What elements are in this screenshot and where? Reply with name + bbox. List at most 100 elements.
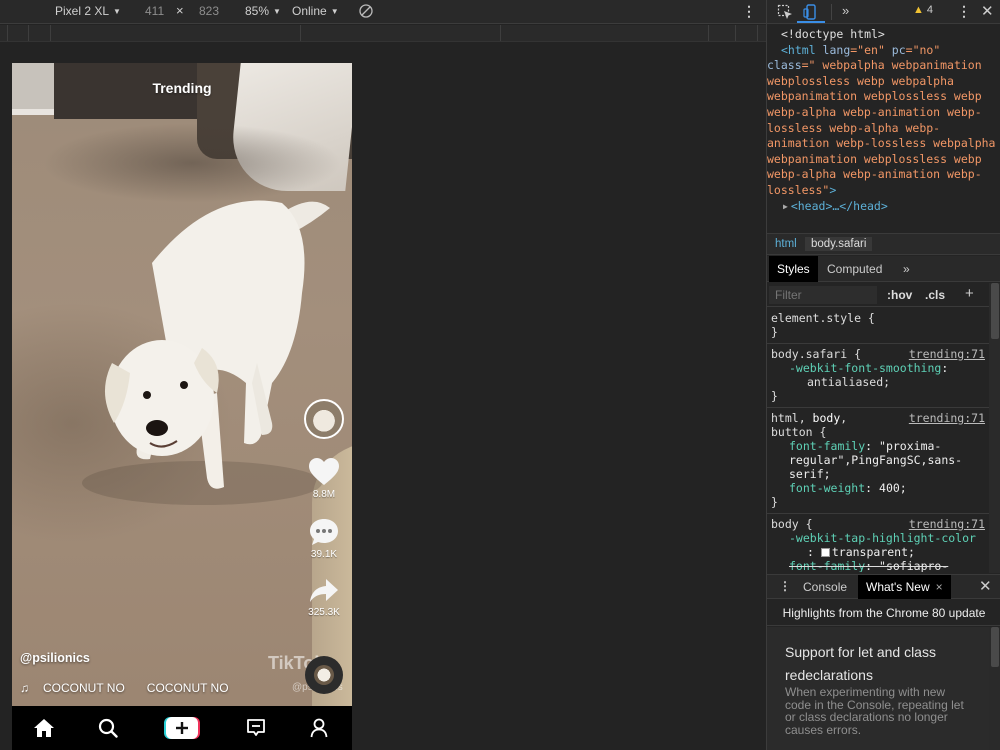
dom-lang-val: ="en" [850, 42, 885, 57]
nav-create[interactable] [162, 706, 202, 750]
viewport-height-input[interactable]: 823 [199, 4, 219, 18]
share-button[interactable]: 325.3K [298, 577, 350, 618]
styles-scrollbar[interactable] [989, 283, 1000, 573]
video-username[interactable]: @psilionics [20, 651, 90, 665]
whats-new-heading: Highlights from the Chrome 80 update [767, 600, 1000, 626]
tab-console[interactable]: Console [803, 580, 847, 594]
more-options-icon[interactable]: ⋮ [742, 3, 756, 20]
drawer-menu-icon[interactable]: ⋮ [779, 579, 791, 593]
search-icon [98, 718, 118, 738]
property-value: "sofiapro- [879, 559, 949, 572]
styles-filter-input[interactable] [769, 286, 877, 304]
dom-html-node[interactable]: <html lang="en" pc="no" [771, 43, 999, 59]
close-devtools-icon[interactable]: ✕ [981, 2, 994, 20]
warnings-counter[interactable]: ▲ 4 [913, 4, 933, 16]
inspect-element-icon[interactable] [777, 4, 793, 20]
close-drawer-icon[interactable]: ✕ [979, 577, 992, 595]
share-icon [310, 579, 338, 602]
more-panels-button[interactable]: » [842, 3, 849, 18]
rotate-icon[interactable] [358, 3, 374, 19]
disc-avatar [314, 665, 334, 685]
css-property[interactable]: font-weight: 400; [771, 481, 985, 495]
nav-home[interactable] [24, 706, 64, 750]
profile-icon [310, 718, 328, 738]
mobile-viewport: Trending 8.8M 39.1K 325.3K @psilionics ♫… [12, 63, 352, 750]
css-property-overridden[interactable]: font-family: "sofiapro- [771, 559, 985, 572]
feature-description: When experimenting with new code in the … [785, 685, 964, 737]
class-toggle[interactable]: .cls [925, 288, 945, 302]
property-name: font-family [789, 559, 866, 572]
feature-title: Support for let and class redeclarations [785, 644, 936, 683]
dom-lang-attr: lang [815, 42, 851, 57]
add-rule-icon[interactable]: + [965, 285, 974, 302]
trending-header[interactable]: Trending [12, 80, 352, 96]
whats-new-card[interactable]: Support for let and class redeclarations… [767, 627, 989, 750]
property-value: 400; [879, 481, 907, 495]
css-property[interactable]: font-family: "proxima-regular",PingFangS… [771, 439, 985, 481]
caret-down-icon: ▼ [330, 7, 339, 16]
devtools-menu-icon[interactable]: ⋮ [957, 3, 971, 20]
devtools-toolbar: » ▲ 4 ⋮ ✕ [767, 0, 1000, 24]
music-ticker[interactable]: ♫ COCONUT NO COCONUT NO [20, 681, 229, 695]
bottom-navigation [12, 706, 352, 750]
music-title: COCONUT NO [43, 681, 125, 695]
rule-source-link[interactable]: trending:71 [909, 347, 985, 361]
nav-discover[interactable] [88, 706, 128, 750]
caret-down-icon: ▼ [273, 7, 281, 16]
breadcrumb-html[interactable]: html [769, 237, 803, 251]
css-value[interactable]: : transparent; [771, 545, 985, 559]
dom-html-tag: <html [781, 42, 816, 57]
property-value: transparent; [831, 545, 915, 559]
device-mode-icon[interactable] [803, 4, 819, 20]
rule-close: } [771, 495, 778, 509]
device-select[interactable]: Pixel 2 XL ▼ [55, 4, 121, 18]
like-button[interactable]: 8.8M [298, 457, 350, 500]
nav-inbox[interactable] [236, 706, 276, 750]
style-rules: element.style { } body.safari { trending… [767, 308, 989, 572]
music-note-icon: ♫ [20, 681, 29, 695]
tab-computed[interactable]: Computed [819, 256, 890, 282]
dom-close-bracket: > [829, 182, 837, 197]
creator-avatar[interactable] [304, 399, 344, 439]
toolbar-divider [831, 4, 832, 20]
css-property[interactable]: -webkit-font-smoothing: [771, 361, 985, 375]
drawer-scrollbar[interactable] [989, 627, 1000, 750]
dom-doctype[interactable]: <!doctype html> [771, 27, 999, 43]
rule-selector[interactable]: element.style { [771, 311, 985, 325]
hover-state-toggle[interactable]: :hov [887, 288, 912, 302]
dom-head-node[interactable]: ▶ <head>…</head> [771, 199, 999, 215]
music-title-repeat: COCONUT NO [146, 681, 229, 695]
color-swatch-icon[interactable] [820, 548, 830, 557]
viewport-width-input[interactable]: 411 [145, 4, 164, 18]
devtools-panel: » ▲ 4 ⋮ ✕ <!doctype html> <html lang="en"… [766, 0, 1000, 750]
dom-class-value: =" webpalpha webpanimation webplossless … [767, 58, 996, 197]
create-plus-icon [164, 717, 200, 739]
breadcrumb-body[interactable]: body.safari [805, 237, 873, 251]
comment-icon [310, 519, 338, 545]
scrollbar-thumb[interactable] [991, 283, 999, 339]
styles-tabbar: Styles Computed » [767, 256, 1000, 282]
browser-devtools-window: Pixel 2 XL▼ 411 × 823 85%▼ Online▼ ⋮ [0, 0, 1000, 750]
dom-class-attr[interactable]: class=" webpalpha webpanimation webploss… [767, 58, 999, 198]
rule-body: body { trending:71 -webkit-tap-highlight… [767, 514, 989, 572]
rule-close: } [771, 389, 778, 403]
rule-source-link[interactable]: trending:71 [909, 411, 985, 425]
rule-source-link[interactable]: trending:71 [909, 517, 985, 531]
comment-button[interactable]: 39.1K [298, 517, 350, 560]
nav-profile[interactable] [299, 706, 339, 750]
tab-styles[interactable]: Styles [769, 256, 818, 282]
scrollbar-thumb[interactable] [991, 627, 999, 667]
zoom-select[interactable]: 85% ▼ [245, 4, 281, 18]
css-property[interactable]: -webkit-tap-highlight-color [771, 531, 985, 545]
tab-whats-new[interactable]: What's New × [858, 575, 951, 599]
music-disc[interactable] [305, 656, 343, 694]
more-tabs-button[interactable]: » [895, 256, 918, 282]
css-value[interactable]: antialiased; [771, 375, 985, 389]
dom-tree: <!doctype html> <html lang="en" pc="no" … [767, 27, 999, 215]
device-toolbar: Pixel 2 XL ▼ 411 × 823 85% ▼ Online ▼ ⋮ [0, 0, 766, 24]
expand-triangle-icon[interactable]: ▶ [783, 202, 788, 211]
styles-filter-bar: :hov .cls + [767, 283, 989, 307]
network-throttle-select[interactable]: Online ▼ [292, 4, 339, 18]
rule-selector-line2[interactable]: button { [771, 425, 985, 439]
close-tab-icon[interactable]: × [936, 580, 943, 594]
